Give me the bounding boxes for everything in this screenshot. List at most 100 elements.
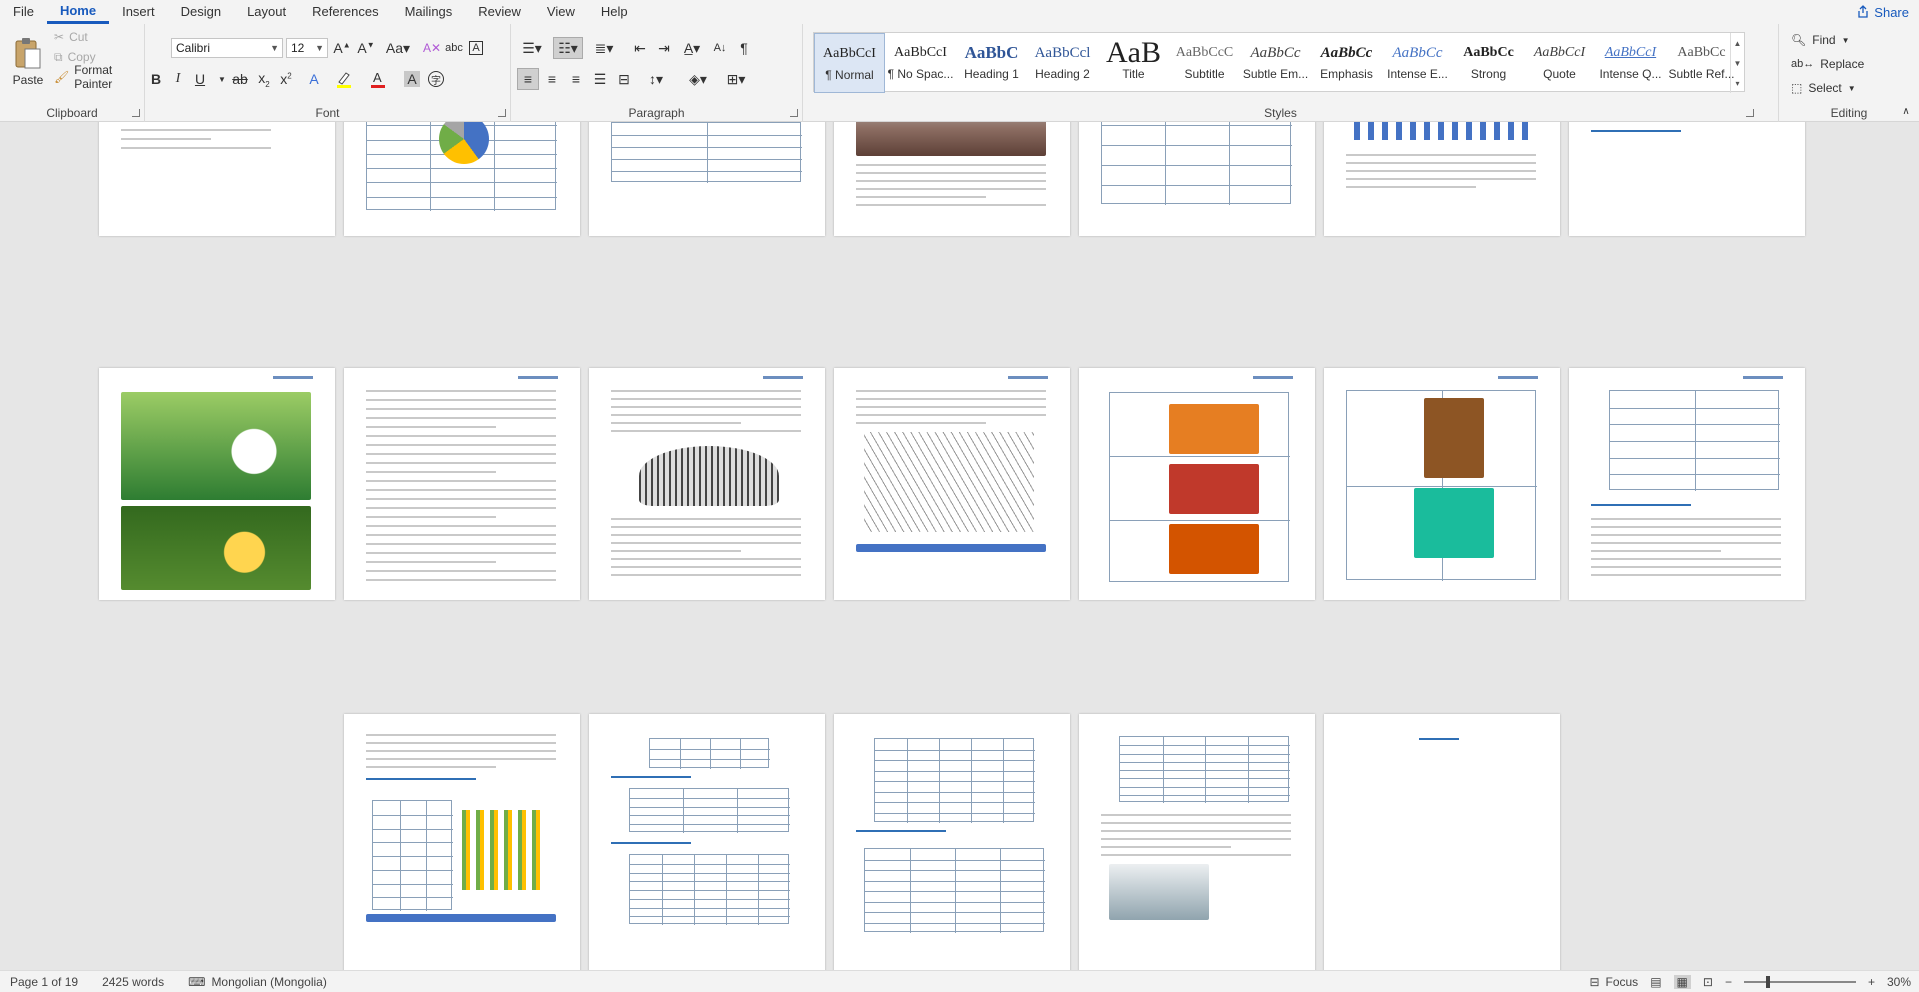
- replace-button[interactable]: ab↔ Replace: [1791, 54, 1864, 74]
- page-thumbnail[interactable]: [589, 122, 825, 236]
- format-painter-button[interactable]: 🖌 Format Painter: [54, 63, 144, 91]
- style-title[interactable]: AaB Title: [1098, 33, 1169, 93]
- page-thumbnail[interactable]: [344, 122, 580, 236]
- text-effects-button[interactable]: A: [303, 68, 325, 90]
- tab-insert[interactable]: Insert: [109, 0, 168, 24]
- font-launcher[interactable]: [498, 109, 506, 117]
- align-left-button[interactable]: ≡: [517, 68, 539, 90]
- share-button[interactable]: Share: [1856, 2, 1909, 22]
- tab-review[interactable]: Review: [465, 0, 534, 24]
- tab-references[interactable]: References: [299, 0, 391, 24]
- chinese-layout-button[interactable]: A̲▾: [681, 37, 703, 59]
- style-subtitle[interactable]: AaBbCcC Subtitle: [1169, 33, 1240, 93]
- bullets-button[interactable]: ☰▾: [517, 37, 547, 59]
- web-layout-icon[interactable]: ⊡: [1703, 975, 1713, 989]
- style-no-spac[interactable]: AaBbCcI ¶ No Spac...: [885, 33, 956, 93]
- page-thumbnail[interactable]: [1324, 368, 1560, 600]
- paragraph-launcher[interactable]: [790, 109, 798, 117]
- focus-button[interactable]: ⊟ Focus: [1589, 975, 1638, 989]
- word-count[interactable]: 2425 words: [102, 975, 164, 989]
- zoom-out-icon[interactable]: −: [1725, 975, 1732, 989]
- styles-launcher[interactable]: [1746, 109, 1754, 117]
- superscript-button[interactable]: x2: [275, 68, 297, 90]
- borders-button[interactable]: ⊞▾: [721, 68, 751, 90]
- page-thumbnail[interactable]: [99, 368, 335, 600]
- style-heading-1[interactable]: AaBbC Heading 1: [956, 33, 1027, 93]
- line-spacing-button[interactable]: ↕▾: [641, 68, 671, 90]
- numbering-button[interactable]: ☷▾: [553, 37, 583, 59]
- page-thumbnail[interactable]: [344, 714, 580, 970]
- highlight-button[interactable]: [333, 68, 355, 90]
- zoom-thumb[interactable]: [1765, 975, 1770, 988]
- page-thumbnail[interactable]: [1569, 122, 1805, 236]
- bold-button[interactable]: B: [145, 68, 167, 90]
- tab-mailings[interactable]: Mailings: [392, 0, 466, 24]
- page-thumbnail[interactable]: [99, 122, 335, 236]
- align-right-button[interactable]: ≡: [565, 68, 587, 90]
- shading-button[interactable]: ◈▾: [683, 68, 713, 90]
- tab-help[interactable]: Help: [588, 0, 641, 24]
- style-subtle-em[interactable]: AaBbCc Subtle Em...: [1240, 33, 1311, 93]
- style-quote[interactable]: AaBbCcI Quote: [1524, 33, 1595, 93]
- multilevel-list-button[interactable]: ≣▾: [589, 37, 619, 59]
- strikethrough-button[interactable]: ab: [229, 68, 251, 90]
- enclose-characters-button[interactable]: 字: [425, 68, 447, 90]
- tab-view[interactable]: View: [534, 0, 588, 24]
- zoom-level[interactable]: 30%: [1887, 975, 1911, 989]
- page-thumbnail[interactable]: [344, 368, 580, 600]
- page-thumbnail[interactable]: [834, 368, 1070, 600]
- distributed-button[interactable]: ⊟: [613, 68, 635, 90]
- tab-design[interactable]: Design: [168, 0, 234, 24]
- align-center-button[interactable]: ≡: [541, 68, 563, 90]
- page-thumbnail[interactable]: [1079, 368, 1315, 600]
- style-intense-q[interactable]: AaBbCcI Intense Q...: [1595, 33, 1666, 93]
- font-name-combo[interactable]: Calibri ▼: [171, 38, 283, 58]
- zoom-in-icon[interactable]: +: [1868, 975, 1875, 989]
- sort-button[interactable]: A↓: [709, 37, 731, 59]
- collapse-ribbon-button[interactable]: ∧: [1895, 100, 1917, 122]
- shrink-font-button[interactable]: A▼: [355, 37, 377, 59]
- page-thumbnail[interactable]: [1324, 122, 1560, 236]
- style-heading-2[interactable]: AaBbCcl Heading 2: [1027, 33, 1098, 93]
- page-count[interactable]: Page 1 of 19: [10, 975, 78, 989]
- increase-indent-button[interactable]: ⇥: [653, 37, 675, 59]
- style-strong[interactable]: AaBbCc Strong: [1453, 33, 1524, 93]
- page-thumbnail[interactable]: [834, 714, 1070, 970]
- change-case-button[interactable]: Aa▾: [383, 37, 413, 59]
- language-indicator[interactable]: ⌨ Mongolian (Mongolia): [188, 975, 327, 989]
- subscript-button[interactable]: x2: [253, 68, 275, 90]
- style-subtle-ref[interactable]: AaBbCc Subtle Ref...: [1666, 33, 1737, 93]
- read-mode-icon[interactable]: ▤: [1650, 975, 1661, 989]
- character-shading-button[interactable]: A: [401, 68, 423, 90]
- character-border-button[interactable]: A: [465, 37, 487, 59]
- grow-font-button[interactable]: A▲: [331, 37, 353, 59]
- page-thumbnail[interactable]: [589, 714, 825, 970]
- phonetic-guide-button[interactable]: abc: [443, 37, 465, 59]
- select-button[interactable]: ⬚ Select ▼: [1791, 78, 1856, 98]
- paste-button[interactable]: Paste: [6, 30, 50, 94]
- page-thumbnail[interactable]: [834, 122, 1070, 236]
- page-thumbnail[interactable]: [589, 368, 825, 600]
- show-formatting-button[interactable]: ¶: [733, 37, 755, 59]
- document-area[interactable]: [0, 122, 1919, 970]
- clipboard-launcher[interactable]: [132, 109, 140, 117]
- zoom-slider[interactable]: [1743, 975, 1856, 988]
- italic-button[interactable]: I: [167, 68, 189, 90]
- find-button[interactable]: 🔍︎ Find ▼: [1791, 30, 1850, 50]
- page-thumbnail[interactable]: [1569, 368, 1805, 600]
- style-normal[interactable]: AaBbCcI ¶ Normal: [814, 33, 885, 93]
- clear-formatting-button[interactable]: A✕: [421, 37, 443, 59]
- page-thumbnail[interactable]: [1079, 714, 1315, 970]
- print-layout-icon[interactable]: ▦: [1673, 974, 1691, 989]
- tab-layout[interactable]: Layout: [234, 0, 299, 24]
- justify-button[interactable]: ☰: [589, 68, 611, 90]
- style-emphasis[interactable]: AaBbCc Emphasis: [1311, 33, 1382, 93]
- font-size-combo[interactable]: 12 ▼: [286, 38, 328, 58]
- page-thumbnail[interactable]: [1079, 122, 1315, 236]
- underline-button[interactable]: U: [189, 68, 211, 90]
- tab-home[interactable]: Home: [46, 0, 110, 24]
- cut-button[interactable]: ✂ Cut: [54, 28, 88, 46]
- decrease-indent-button[interactable]: ⇤: [629, 37, 651, 59]
- tab-file[interactable]: File: [0, 0, 47, 24]
- font-color-button[interactable]: A: [367, 68, 389, 90]
